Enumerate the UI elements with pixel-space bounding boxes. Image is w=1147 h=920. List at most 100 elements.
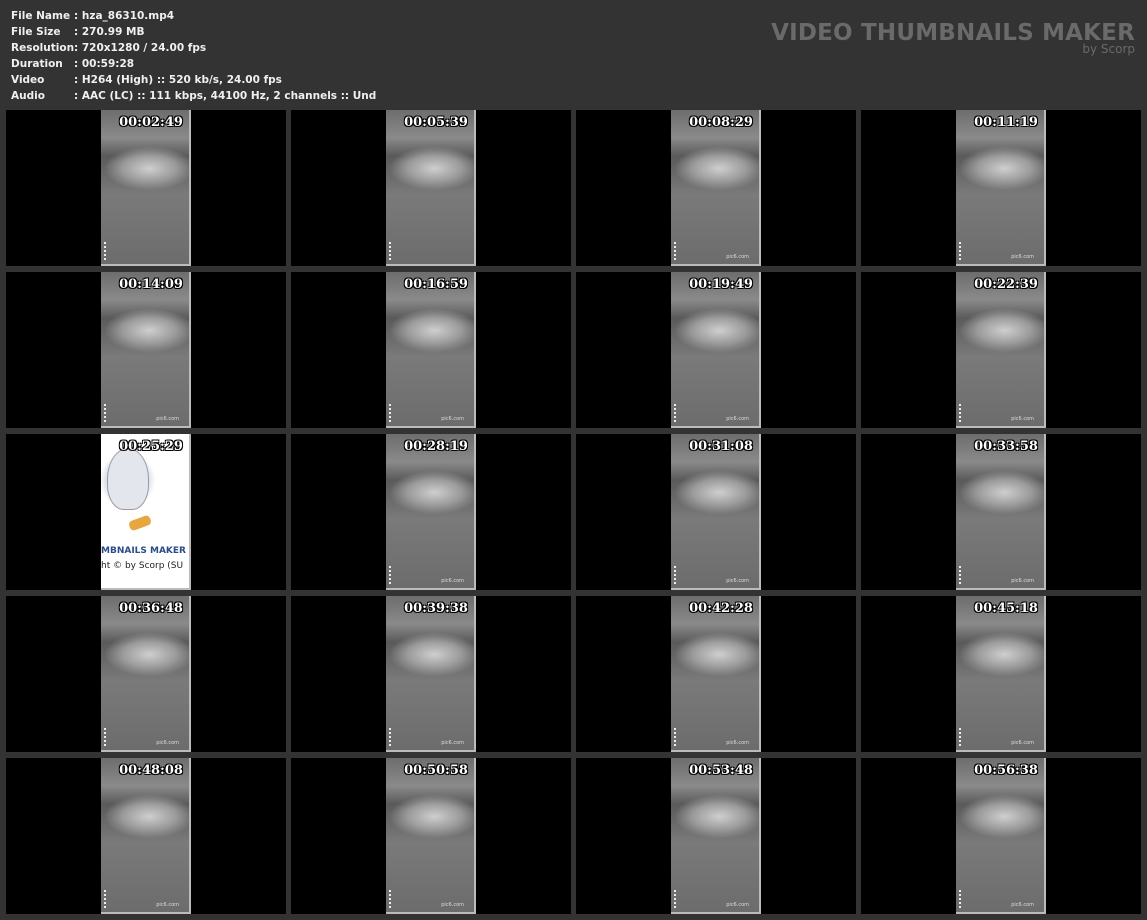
thumbnail: pic6.com 00:14:09 — [6, 272, 286, 428]
site-watermark: pic6.com — [726, 740, 749, 746]
thumbnail: pic6.com 00:45:18 — [861, 596, 1141, 752]
camera-watermark-icon — [959, 728, 967, 746]
camera-watermark-icon — [959, 890, 967, 908]
info-value: : AAC (LC) :: 111 kbps, 44100 Hz, 2 chan… — [74, 90, 377, 102]
timestamp: 00:11:19 — [974, 115, 1038, 130]
logo-text: MBNAILS MAKER 8 — [101, 546, 189, 556]
thumbnail-frame: pic6.com — [386, 758, 476, 914]
brand-logo: VIDEO THUMBNAILS MAKER by Scorp — [771, 20, 1135, 56]
site-watermark: pic6.com — [441, 740, 464, 746]
info-value: : 720x1280 / 24.00 fps — [74, 42, 207, 54]
timestamp: 00:36:48 — [119, 601, 183, 616]
info-value: : H264 (High) :: 520 kb/s, 24.00 fps — [74, 74, 282, 86]
info-row: Resolution: 720x1280 / 24.00 fps — [11, 40, 376, 56]
info-value: : 00:59:28 — [74, 58, 135, 70]
camera-watermark-icon — [104, 890, 112, 908]
timestamp: 00:53:48 — [689, 763, 753, 778]
thumbnail: MBNAILS MAKER 8 ht © by Scorp (SU 00:25:29 — [6, 434, 286, 590]
thumbnail-frame: pic6.com — [386, 434, 476, 590]
site-watermark: pic6.com — [441, 902, 464, 908]
thumbnail: pic6.com 00:48:08 — [6, 758, 286, 914]
thumbnail-frame: pic6.com — [386, 596, 476, 752]
thumbnail: pic6.com 00:50:58 — [291, 758, 571, 914]
file-info: File Name: hza_86310.mp4 File Size : 270.9… — [11, 8, 376, 104]
info-value: : hza_86310.mp4 — [74, 10, 175, 22]
thumbnail-frame — [101, 110, 191, 266]
site-watermark: pic6.com — [1011, 902, 1034, 908]
thumbnail-frame: pic6.com — [101, 596, 191, 752]
thumbnail-frame: pic6.com — [671, 596, 761, 752]
timestamp: 00:19:49 — [689, 277, 753, 292]
thumbnail: pic6.com 00:11:19 — [861, 110, 1141, 266]
timestamp: 00:28:19 — [404, 439, 468, 454]
info-value: : 270.99 MB — [74, 26, 145, 38]
thumbnail: 00:02:49 — [6, 110, 286, 266]
timestamp: 00:48:08 — [119, 763, 183, 778]
thumbnail: pic6.com 00:56:38 — [861, 758, 1141, 914]
timestamp: 00:42:28 — [689, 601, 753, 616]
thumbnail-frame: pic6.com — [101, 758, 191, 914]
info-row: Video: H264 (High) :: 520 kb/s, 24.00 fp… — [11, 72, 376, 88]
site-watermark: pic6.com — [726, 416, 749, 422]
thumbnail-frame: pic6.com — [671, 110, 761, 266]
timestamp: 00:16:59 — [404, 277, 468, 292]
timestamp: 00:25:29 — [119, 439, 183, 454]
timestamp: 00:05:39 — [404, 115, 468, 130]
thumbnail-frame: pic6.com — [671, 272, 761, 428]
timestamp: 00:31:08 — [689, 439, 753, 454]
site-watermark: pic6.com — [1011, 254, 1034, 260]
thumbnail-frame — [386, 110, 476, 266]
camera-watermark-icon — [674, 566, 682, 584]
thumbnail: pic6.com 00:33:58 — [861, 434, 1141, 590]
site-watermark: pic6.com — [1011, 416, 1034, 422]
thumbnail: pic6.com 00:39:38 — [291, 596, 571, 752]
camera-watermark-icon — [959, 566, 967, 584]
site-watermark: pic6.com — [156, 416, 179, 422]
site-watermark: pic6.com — [726, 578, 749, 584]
timestamp: 00:14:09 — [119, 277, 183, 292]
logo-copyright: ht © by Scorp (SU — [101, 561, 184, 571]
info-key: File Name — [11, 10, 71, 22]
camera-watermark-icon — [389, 566, 397, 584]
timestamp: 00:02:49 — [119, 115, 183, 130]
info-row: File Size : 270.99 MB — [11, 24, 376, 40]
info-key: Duration — [11, 58, 63, 70]
thumbnail-frame: pic6.com — [956, 434, 1046, 590]
timestamp: 00:33:58 — [974, 439, 1038, 454]
thumbnail: pic6.com 00:19:49 — [576, 272, 856, 428]
info-row: File Name: hza_86310.mp4 — [11, 8, 376, 24]
site-watermark: pic6.com — [156, 902, 179, 908]
thumbnail: pic6.com 00:28:19 — [291, 434, 571, 590]
camera-watermark-icon — [674, 242, 682, 260]
camera-watermark-icon — [674, 728, 682, 746]
timestamp: 00:22:39 — [974, 277, 1038, 292]
thumbnail-frame: pic6.com — [101, 272, 191, 428]
thumbnail-frame: pic6.com — [956, 596, 1046, 752]
thumbnail: pic6.com 00:08:29 — [576, 110, 856, 266]
timestamp: 00:39:38 — [404, 601, 468, 616]
thumbnail: 00:05:39 — [291, 110, 571, 266]
info-key: File Size — [11, 26, 61, 38]
thumbnail-frame: pic6.com — [386, 272, 476, 428]
site-watermark: pic6.com — [441, 578, 464, 584]
camera-watermark-icon — [104, 404, 112, 422]
thumbnail-frame: pic6.com — [956, 272, 1046, 428]
camera-watermark-icon — [674, 890, 682, 908]
timestamp: 00:50:58 — [404, 763, 468, 778]
info-key: Resolution — [11, 42, 75, 54]
thumbnail: pic6.com 00:53:48 — [576, 758, 856, 914]
info-key: Audio — [11, 90, 45, 102]
site-watermark: pic6.com — [1011, 740, 1034, 746]
thumbnail-frame: pic6.com — [671, 758, 761, 914]
thumbnail: pic6.com 00:22:39 — [861, 272, 1141, 428]
info-row: Audio : AAC (LC) :: 111 kbps, 44100 Hz, 2… — [11, 88, 376, 104]
site-watermark: pic6.com — [726, 902, 749, 908]
thumbnail: pic6.com 00:16:59 — [291, 272, 571, 428]
site-watermark: pic6.com — [1011, 578, 1034, 584]
thumbnail-frame: pic6.com — [956, 110, 1046, 266]
camera-watermark-icon — [104, 242, 112, 260]
thumbnail: pic6.com 00:36:48 — [6, 596, 286, 752]
info-row: Duration : 00:59:28 — [11, 56, 376, 72]
owl-icon — [107, 448, 149, 510]
thumbnail: pic6.com 00:42:28 — [576, 596, 856, 752]
